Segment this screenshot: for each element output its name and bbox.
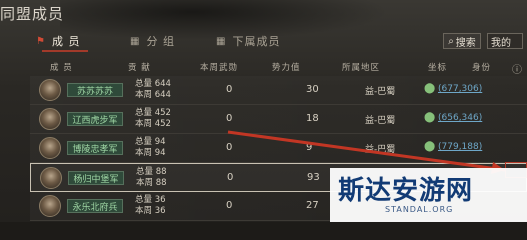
col-region: 所属地区	[342, 63, 381, 73]
contribution-total: 总量 644	[135, 79, 171, 89]
watermark-url: STANDAL.ORG	[385, 205, 454, 214]
member-name[interactable]: 辽西虎步军	[67, 112, 123, 126]
power-value: 27	[306, 200, 319, 211]
col-role: 身份	[472, 63, 492, 73]
member-name[interactable]: 博陵忠孝军	[67, 141, 123, 155]
col-coord: 坐标	[428, 63, 448, 73]
avatar	[39, 137, 61, 159]
watermark-logo: 斯达安游网	[338, 176, 474, 206]
avatar	[39, 195, 61, 217]
search-icon: ⌕	[448, 35, 454, 47]
tab-label: 下属成员	[232, 35, 281, 48]
week-merit: 0	[226, 84, 233, 95]
location-pin-icon: ⬤	[424, 83, 436, 94]
tab-sub-members[interactable]: ▦ 下属成员	[216, 32, 280, 50]
table-row[interactable]: 辽西虎步军 总量 452 本周 452 0 18 益-巴蜀 ⬤ (656,346…	[30, 105, 527, 134]
alliance-members-panel: 同盟成员 ⚑ 成 员 ▦ 分 组 ▦ 下属成员 ⌕ 搜索 我的 成 员 贡 献 …	[0, 0, 527, 222]
week-merit: 0	[227, 172, 234, 183]
contribution-total: 总量 88	[136, 167, 167, 177]
week-merit: 0	[226, 142, 233, 153]
week-merit: 0	[226, 200, 233, 211]
active-tab-underline	[42, 50, 88, 52]
contribution: 总量 452 本周 452	[135, 108, 171, 130]
contribution: 总量 644 本周 644	[135, 79, 171, 101]
avatar	[40, 167, 62, 189]
contribution-total: 总量 452	[135, 108, 171, 118]
avatar	[39, 108, 61, 130]
contribution: 总量 88 本周 88	[136, 167, 167, 189]
week-merit: 0	[226, 113, 233, 124]
search-label: 搜索	[455, 37, 476, 49]
search-button[interactable]: ⌕ 搜索	[443, 33, 481, 49]
coordinate-link[interactable]: (677,306)	[438, 84, 482, 94]
my-label: 我的	[491, 37, 511, 49]
contribution: 总量 94 本周 94	[135, 137, 166, 159]
contribution-week: 本周 452	[135, 119, 171, 129]
location-pin-icon: ⬤	[424, 141, 436, 152]
avatar	[39, 79, 61, 101]
power-value: 18	[306, 113, 319, 124]
help-icon[interactable]: ⓘ	[512, 61, 523, 76]
power-value: 93	[307, 172, 320, 183]
col-contribution: 贡 献	[128, 63, 151, 73]
region: 益-巴蜀	[365, 87, 396, 97]
contribution-total: 总量 94	[135, 137, 166, 147]
window-title: 同盟成员	[0, 5, 65, 23]
power-value: 30	[306, 84, 319, 95]
contribution-week: 本周 88	[136, 178, 167, 188]
coordinate-link[interactable]: (656,346)	[438, 113, 482, 123]
contribution-total: 总量 36	[135, 195, 166, 205]
location-pin-icon: ⬤	[424, 112, 436, 123]
member-name[interactable]: 杨归中堡军	[68, 171, 124, 185]
contribution-week: 本周 36	[135, 206, 166, 216]
col-power: 势力值	[272, 63, 301, 73]
table-row[interactable]: 博陵忠孝军 总量 94 本周 94 0 9 益-巴蜀 ⬤ (779,188)	[30, 134, 527, 163]
tab-members[interactable]: ⚑ 成 员	[36, 32, 80, 50]
member-name[interactable]: 永乐北府兵	[67, 199, 123, 213]
tab-groups[interactable]: ▦ 分 组	[130, 32, 175, 50]
flag-icon: ⚑	[36, 35, 46, 47]
region: 益-巴蜀	[365, 116, 396, 126]
col-week-merit: 本周武勋	[200, 63, 239, 73]
coordinate-link[interactable]: (779,188)	[438, 142, 482, 152]
region: 益-巴蜀	[365, 145, 396, 155]
tab-label: 成 员	[51, 35, 81, 48]
my-button[interactable]: 我的	[487, 33, 523, 49]
contribution-week: 本周 644	[135, 90, 171, 100]
grid-icon: ▦	[130, 35, 141, 47]
member-name[interactable]: 苏苏苏苏	[67, 83, 123, 97]
table-header: 成 员 贡 献 本周武勋 势力值 所属地区 坐标 身份 ⓘ	[30, 60, 527, 76]
col-member: 成 员	[50, 63, 73, 73]
tab-label: 分 组	[146, 35, 175, 48]
contribution: 总量 36 本周 36	[135, 195, 166, 217]
contribution-week: 本周 94	[135, 148, 166, 158]
power-value: 9	[306, 142, 313, 153]
table-row[interactable]: 苏苏苏苏 总量 644 本周 644 0 30 益-巴蜀 ⬤ (677,306)	[30, 76, 527, 105]
grid-icon: ▦	[216, 35, 227, 47]
